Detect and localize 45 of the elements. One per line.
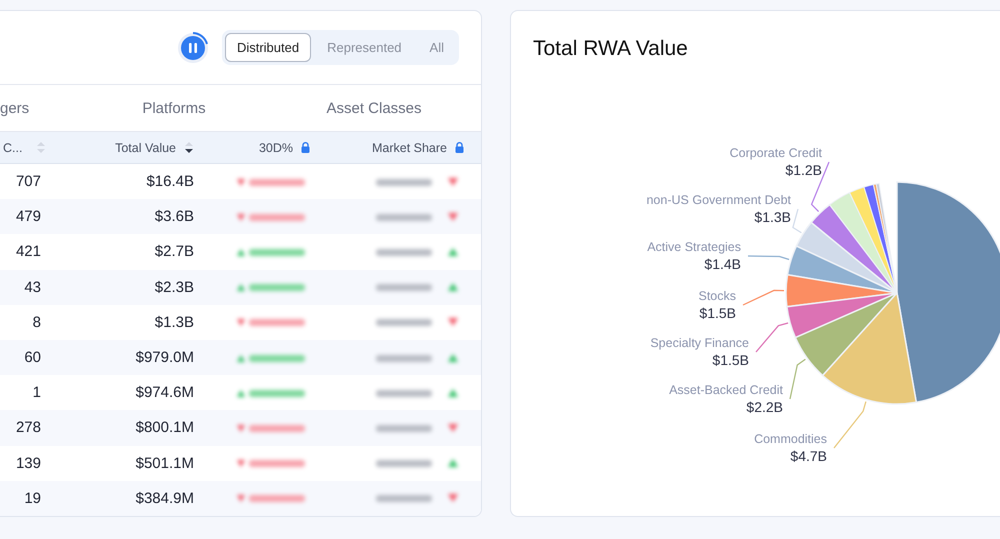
table-cell-text: 60: [23, 349, 42, 366]
table-cell-text: 707: [14, 173, 42, 190]
category-tab[interactable]: gers: [0, 100, 30, 116]
table-cell-text: $974.6M: [134, 384, 194, 402]
table-cell-text: 421: [14, 243, 42, 260]
segment-tab[interactable]: Distributed: [224, 33, 312, 62]
column-header[interactable]: Market Share: [372, 140, 447, 154]
slice-label: non-US Government Debt: [646, 193, 791, 207]
table-cell-text: $384.9M: [134, 490, 194, 507]
slice-value: $1.5B: [712, 352, 749, 368]
table-cell-text: $3.6B: [154, 208, 194, 226]
column-header[interactable]: 30D%: [258, 140, 293, 154]
slice-value: $4.7B: [790, 448, 827, 464]
table-cell-text: $1.3B: [154, 314, 194, 331]
slice-value: $1.2B: [785, 162, 822, 178]
card-title: Total RWA Value: [533, 36, 689, 62]
category-tab[interactable]: Platforms: [142, 100, 206, 116]
column-header[interactable]: C...: [3, 140, 22, 154]
slice-label: Commodities: [754, 432, 827, 446]
column-header[interactable]: Total Value: [115, 140, 176, 154]
slice-value: $1.4B: [704, 256, 741, 272]
table-cell-text: $2.7B: [154, 243, 194, 260]
slice-label: Corporate Credit: [730, 146, 822, 160]
table-cell-text: 1: [32, 384, 42, 402]
slice-value: $2.2B: [746, 399, 783, 415]
table-cell-text: $800.1M: [134, 419, 194, 436]
table-cell-text: 8: [32, 314, 42, 331]
sort-icon[interactable]: [184, 141, 194, 154]
slice-label: Asset-Backed Credit: [669, 383, 783, 397]
slice-value: $1.5B: [699, 305, 736, 321]
table-cell-text: 43: [23, 278, 42, 296]
category-tab[interactable]: Asset Classes: [326, 100, 422, 116]
table-cell-text: 139: [14, 454, 42, 472]
slice-label: Specialty Finance: [650, 336, 749, 350]
slice-label: Active Strategies: [647, 240, 741, 254]
table-cell-text: $501.1M: [134, 454, 194, 472]
table-cell-text: 479: [14, 208, 42, 226]
table-cell-text: $16.4B: [145, 173, 194, 190]
pause-button[interactable]: [176, 30, 210, 64]
table-cell-text: $979.0M: [134, 349, 194, 366]
table-cell-text: $2.3B: [154, 278, 194, 296]
slice-value: $1.3B: [754, 209, 791, 225]
table-cell-text: 278: [14, 419, 42, 436]
table-cell-text: 19: [23, 490, 42, 507]
slice-label: Stocks: [698, 289, 736, 303]
